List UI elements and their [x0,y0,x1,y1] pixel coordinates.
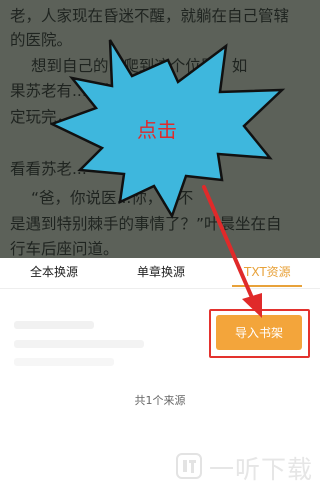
reader-line: 行车后座问道。 [10,240,119,258]
active-tab-indicator [232,285,302,287]
watermark-text: 一听下载 [209,455,314,484]
ting-logo-icon [176,453,202,479]
source-tabs: 全本换源 单章换源 TXT资源 [0,258,320,288]
blurred-source-detail [14,358,114,366]
reader-line: 老，人家现在昏迷不醒，就躺在自己管辖 [10,7,290,25]
source-count: 共1个来源 [134,394,186,407]
blurred-source-detail [14,340,144,348]
blurred-source-title [14,321,94,329]
tab-txt-source[interactable]: TXT资源 [244,263,291,280]
tab-chapter-source[interactable]: 单章换源 [137,263,185,280]
import-bookshelf-button[interactable]: 导入书架 [216,315,302,350]
click-annotation-label: 点击 [137,118,177,142]
tab-full-source[interactable]: 全本换源 [30,263,78,280]
divider [0,288,320,289]
